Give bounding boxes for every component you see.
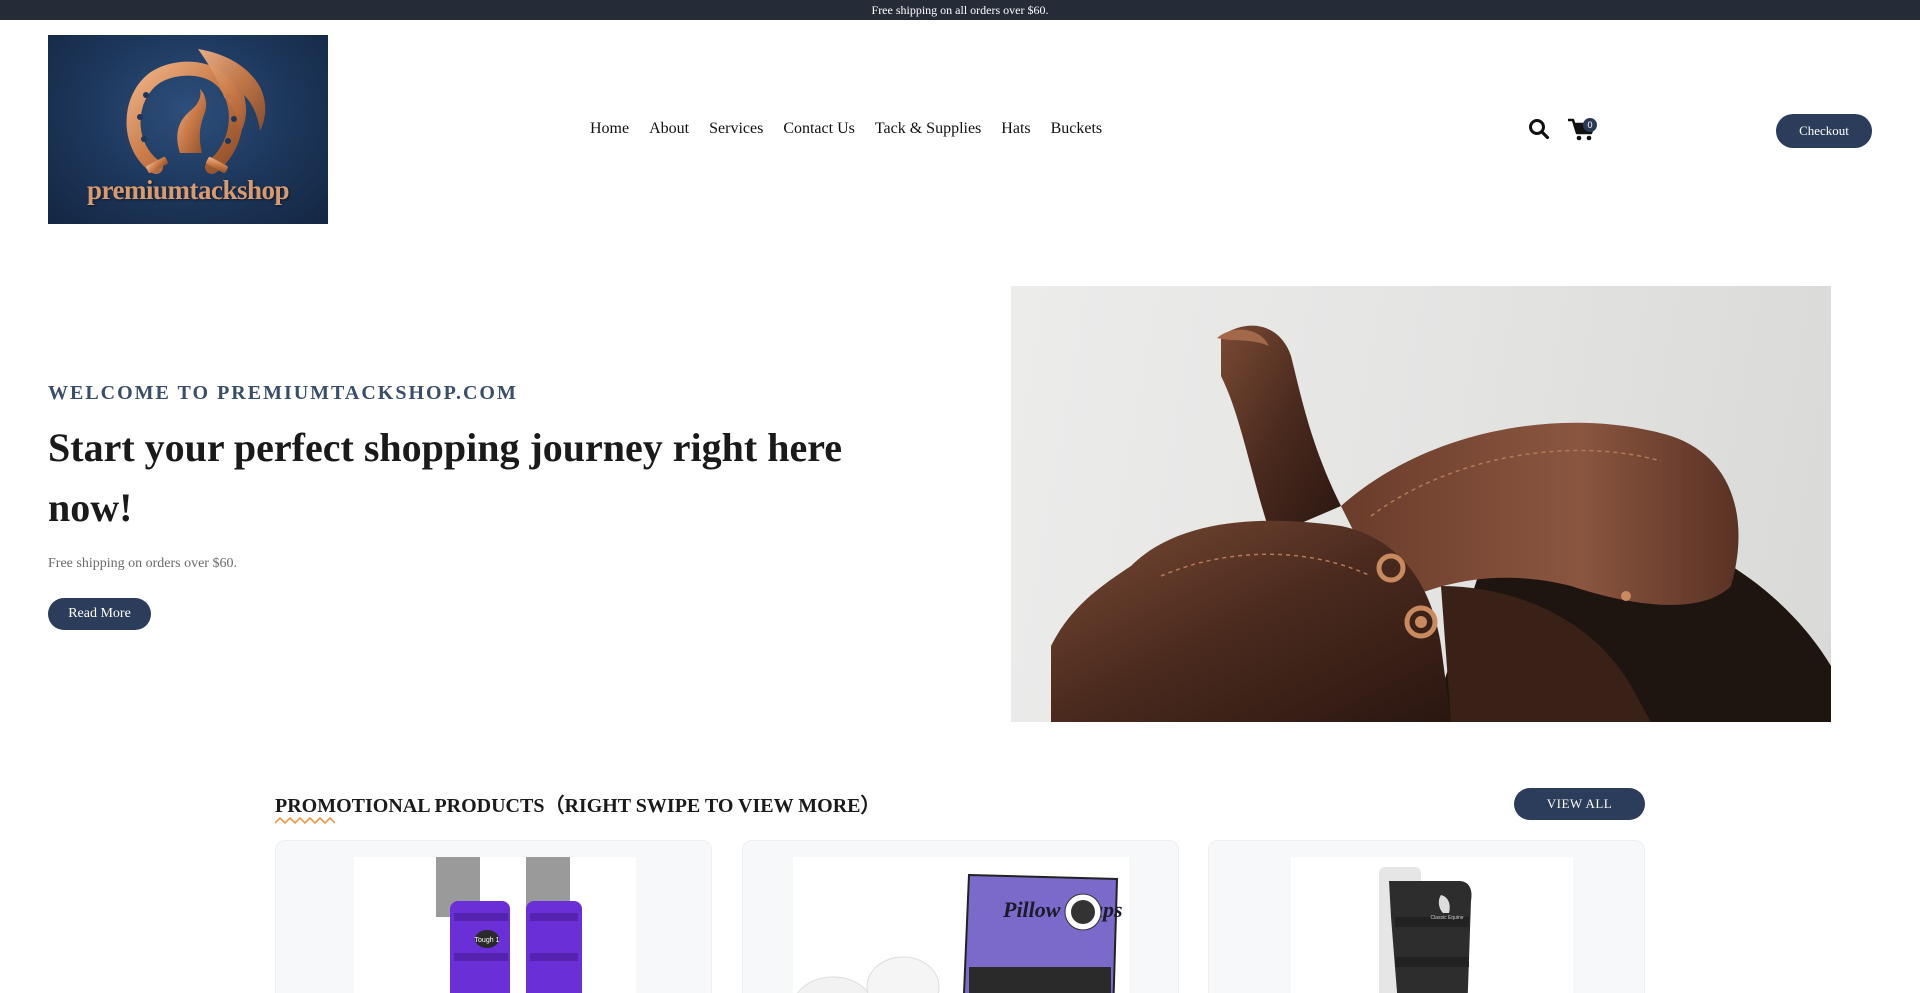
nav-services[interactable]: Services — [709, 120, 763, 138]
product-image: Classic Equine — [1291, 857, 1573, 993]
announcement-bar: Free shipping on all orders over $60. — [0, 0, 1920, 20]
checkout-button[interactable]: Checkout — [1776, 114, 1872, 148]
hero-subtitle: Free shipping on orders over $60. — [48, 556, 237, 571]
search-icon[interactable] — [1528, 118, 1550, 140]
site-header: premiumtackshop Home About Services Cont… — [0, 20, 1920, 240]
read-more-button[interactable]: Read More — [48, 598, 151, 630]
nav-tack-supplies[interactable]: Tack & Supplies — [875, 120, 981, 138]
hero-title: Start your perfect shopping journey righ… — [48, 425, 843, 530]
pillow-wraps-label: Pillow Wraps — [1002, 897, 1123, 922]
product-image: Tough 1 — [354, 857, 636, 993]
promo-section-title: PROMOTIONAL PRODUCTS（RIGHT SWIPE TO VIEW… — [275, 795, 881, 817]
nav-buckets[interactable]: Buckets — [1051, 120, 1103, 138]
nav-home[interactable]: Home — [590, 120, 629, 138]
product-image: Pillow Wraps — [793, 857, 1129, 993]
product-card[interactable]: Pillow Wraps — [742, 840, 1179, 993]
announcement-text: Free shipping on all orders over $60. — [871, 2, 1049, 17]
cart-count-badge: 0 — [1583, 118, 1597, 132]
main-nav: Home About Services Contact Us Tack & Su… — [590, 120, 1102, 138]
classic-equine-label: Classic Equine — [1430, 915, 1463, 921]
site-logo[interactable]: premiumtackshop — [48, 35, 328, 224]
hero-kicker: WELCOME TO PREMIUMTACKSHOP.COM — [48, 382, 518, 404]
wavy-underline-icon — [275, 816, 335, 825]
nav-contact-us[interactable]: Contact Us — [783, 120, 855, 138]
nav-about[interactable]: About — [649, 120, 689, 138]
logo-wordmark: premiumtackshop — [86, 175, 290, 205]
pillow-wraps-image: Pillow Wraps — [797, 873, 1123, 993]
hero-saddle-image — [1011, 286, 1831, 722]
tough-1-label: Tough 1 — [475, 937, 500, 944]
product-card[interactable]: Tough 1 — [275, 840, 712, 993]
nav-hats[interactable]: Hats — [1001, 120, 1030, 138]
leg-boots-image: Tough 1 — [436, 857, 582, 993]
saddle-illustration — [1051, 325, 1831, 722]
product-card[interactable]: Classic Equine — [1208, 840, 1645, 993]
classic-equine-boot-image: Classic Equine — [1379, 867, 1472, 993]
view-all-button[interactable]: VIEW ALL — [1514, 788, 1645, 820]
